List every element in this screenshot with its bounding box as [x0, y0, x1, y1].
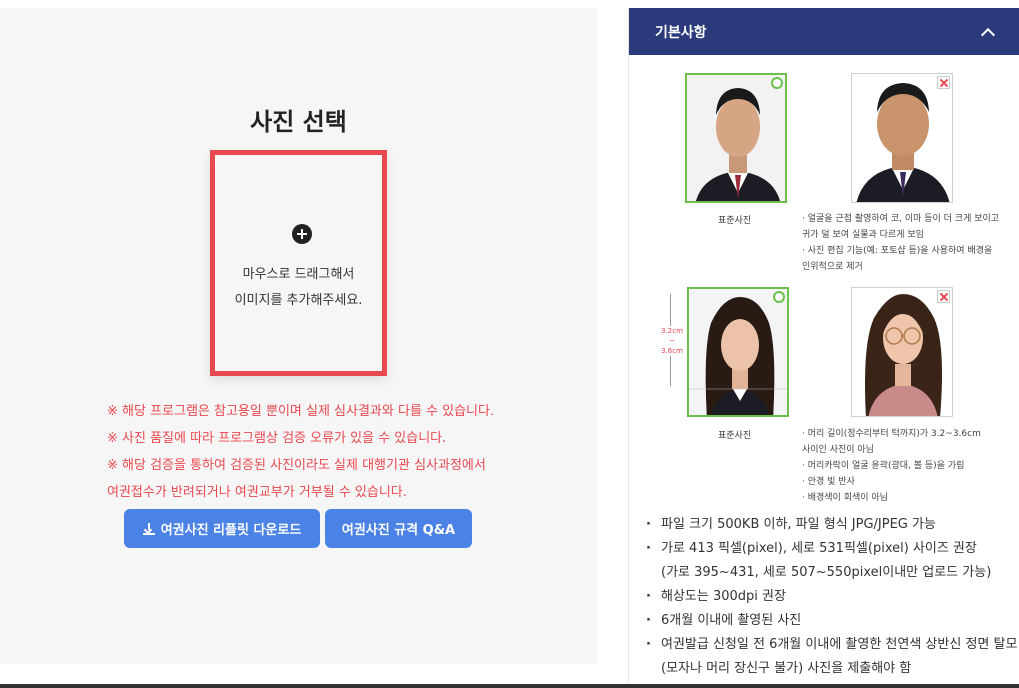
- dropzone-instruction-1: 마우스로 드래그해서: [242, 267, 355, 282]
- warning-line: ※ 사진 품질에 따라 프로그램상 검증 오류가 있을 수 있습니다.: [107, 431, 447, 446]
- bad-photo-notes-1: · 얼굴을 근접 촬영하여 코, 이마 등이 더 크게 보이고 귀가 덜 보여 …: [802, 211, 1012, 275]
- spec-item: (모자나 머리 장신구 불가) 사진을 제출해야 함: [661, 661, 912, 676]
- download-icon: [142, 522, 155, 535]
- standard-photo-caption: 표준사진: [718, 431, 752, 441]
- dropzone-instruction-2: 이미지를 추가해주세요.: [234, 293, 363, 308]
- add-circle-icon[interactable]: [292, 224, 312, 244]
- spec-item: 파일 크기 500KB 이하, 파일 형식 JPG/JPEG 가능: [646, 513, 1016, 537]
- warning-line: ※ 해당 검증을 통하여 검증된 사진이라도 실제 대행기관 심사과정에서: [107, 458, 486, 473]
- bad-photo-female: [851, 287, 953, 417]
- note-line: · 머리 길이(정수리부터 턱까지)가 3.2~3.6cm: [802, 429, 981, 439]
- page-root: 사진 선택 마우스로 드래그해서 이미지를 추가해주세요. ※ 해당 프로그램은…: [0, 0, 1019, 688]
- reject-mark-icon: [937, 76, 950, 89]
- warning-line: ※ 해당 프로그램은 참고용일 뿐이며 실제 심사결과와 다를 수 있습니다.: [107, 404, 495, 419]
- standard-photo-caption: 표준사진: [718, 216, 752, 226]
- spec-item: 가로 413 픽셀(pixel), 세로 531픽셀(pixel) 사이즈 권장: [646, 537, 1016, 561]
- download-leaflet-label: 여권사진 리플릿 다운로드: [160, 523, 302, 538]
- download-leaflet-button[interactable]: 여권사진 리플릿 다운로드: [124, 509, 320, 548]
- photo-dropzone[interactable]: 마우스로 드래그해서 이미지를 추가해주세요.: [210, 150, 387, 376]
- spec-item: (가로 395~431, 세로 507~550pixel이내만 업로드 가능): [661, 565, 992, 580]
- standard-photo-female: [687, 287, 789, 417]
- spec-item: 여권발급 신청일 전 6개월 이내에 촬영한 천연색 상반신 정면 탈모: [646, 633, 1017, 657]
- note-line: 인위적으로 제거: [802, 262, 863, 272]
- ok-mark-icon: [771, 77, 783, 89]
- ok-mark-icon: [773, 291, 785, 303]
- note-line: 사이인 사진이 아님: [802, 445, 874, 455]
- bad-photo-male: [851, 73, 953, 203]
- basic-info-title: 기본사항: [655, 24, 707, 41]
- basic-info-header[interactable]: 기본사항: [629, 8, 1019, 55]
- note-line: · 안경 빛 반사: [802, 477, 855, 487]
- page-title: 사진 선택: [250, 108, 347, 136]
- warning-notices: ※ 해당 프로그램은 참고용일 뿐이며 실제 심사결과와 다를 수 있습니다. …: [107, 398, 587, 506]
- note-line: · 얼굴을 근접 촬영하여 코, 이마 등이 더 크게 보이고: [802, 214, 1000, 224]
- note-line: · 머리카락이 얼굴 윤곽(광대, 볼 등)을 가림: [802, 461, 965, 471]
- head-length-measure: 3.2cm ~ 3.6cm: [660, 294, 690, 386]
- spec-item: 6개월 이내에 촬영된 사진: [646, 609, 1016, 633]
- photo-select-panel: 사진 선택 마우스로 드래그해서 이미지를 추가해주세요. ※ 해당 프로그램은…: [0, 8, 597, 664]
- chevron-up-icon[interactable]: [980, 27, 996, 42]
- photo-spec-list: 파일 크기 500KB 이하, 파일 형식 JPG/JPEG 가능 가로 413…: [646, 513, 1017, 681]
- warning-line: 여권접수가 반려되거나 여권교부가 거부될 수 있습니다.: [107, 485, 407, 500]
- reject-mark-icon: [937, 290, 950, 303]
- bottom-bar: [0, 684, 1019, 688]
- photo-qa-button[interactable]: 여권사진 규격 Q&A: [325, 509, 472, 548]
- note-line: · 배경색이 회색이 아님: [802, 493, 888, 503]
- spec-item: 해상도는 300dpi 권장: [646, 585, 1016, 609]
- photo-qa-label: 여권사진 규격 Q&A: [341, 523, 456, 538]
- note-line: 귀가 덜 보여 실물과 다르게 보임: [802, 230, 924, 240]
- measure-label: 3.2cm ~ 3.6cm: [660, 326, 684, 356]
- note-line: · 사진 편집 기능(예: 포토샵 등)을 사용하여 배경을: [802, 246, 993, 256]
- bad-photo-notes-2: · 머리 길이(정수리부터 턱까지)가 3.2~3.6cm 사이인 사진이 아님…: [802, 426, 1012, 506]
- standard-photo-male: [685, 73, 787, 203]
